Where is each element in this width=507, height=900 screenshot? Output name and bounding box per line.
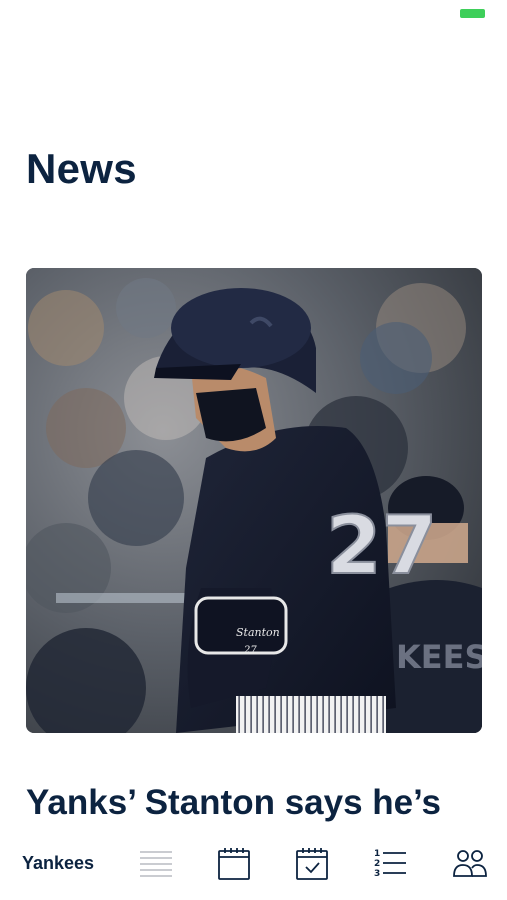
team-label[interactable]: Yankees [22, 853, 94, 874]
svg-text:KEES: KEES [396, 638, 482, 676]
sleeve-number: 27 [243, 645, 257, 656]
article-hero-image[interactable]: KEES 27 Stanton 27 [26, 268, 482, 733]
sleeve-name: Stanton [236, 626, 280, 639]
jersey-number: 27 [326, 499, 437, 592]
svg-text:3: 3 [374, 869, 380, 879]
news-list-icon [140, 851, 172, 877]
tab-roster[interactable] [450, 844, 490, 884]
page-title: News [26, 145, 137, 192]
baseball-player-photo: KEES 27 Stanton 27 [26, 268, 482, 733]
svg-text:1: 1 [374, 849, 380, 859]
calendar-icon [218, 848, 250, 880]
bottom-tab-bar: Yankees 1 2 3 [0, 828, 507, 900]
status-bar [0, 0, 507, 30]
standings-list-icon: 1 2 3 [374, 849, 406, 879]
tab-scores[interactable] [292, 844, 332, 884]
article-headline[interactable]: Yanks’ Stanton says he’s [26, 783, 496, 823]
tab-news[interactable] [136, 844, 176, 884]
roster-people-icon [453, 850, 487, 877]
calendar-check-icon [296, 848, 328, 880]
battery-icon [460, 9, 485, 18]
tab-schedule[interactable] [214, 844, 254, 884]
svg-text:2: 2 [374, 859, 380, 869]
tab-standings[interactable]: 1 2 3 [370, 844, 410, 884]
